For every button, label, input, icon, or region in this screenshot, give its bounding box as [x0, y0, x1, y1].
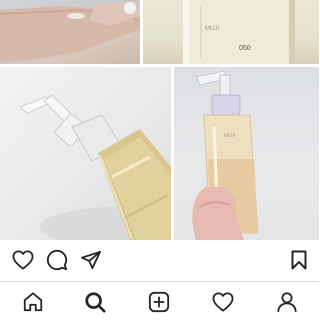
home-icon[interactable]	[18, 282, 48, 320]
search-icon[interactable]	[80, 282, 110, 320]
svg-text:MUJI: MUJI	[224, 132, 236, 139]
held-bottle-photo: MUJI	[174, 67, 319, 240]
hand-swatch-photo	[0, 0, 140, 64]
comment-icon[interactable]	[44, 248, 70, 272]
bottom-navigation-bar	[0, 281, 319, 320]
pump-bottle-photo	[0, 67, 171, 240]
profile-icon[interactable]	[272, 282, 302, 320]
post-action-bar	[0, 240, 319, 280]
svg-text:050: 050	[239, 45, 251, 52]
heart-icon[interactable]	[10, 248, 36, 272]
send-icon[interactable]	[78, 248, 104, 272]
bookmark-icon[interactable]	[288, 248, 310, 272]
bottle-closeup-photo: MUJI 050	[143, 0, 319, 64]
activity-icon[interactable]	[208, 282, 238, 320]
post-image-collage[interactable]: MUJI 050 MUJI	[0, 0, 319, 240]
instagram-post-screen: MUJI 050 MUJI	[0, 0, 319, 320]
add-icon[interactable]	[144, 282, 174, 320]
svg-text:MUJI: MUJI	[205, 26, 219, 32]
